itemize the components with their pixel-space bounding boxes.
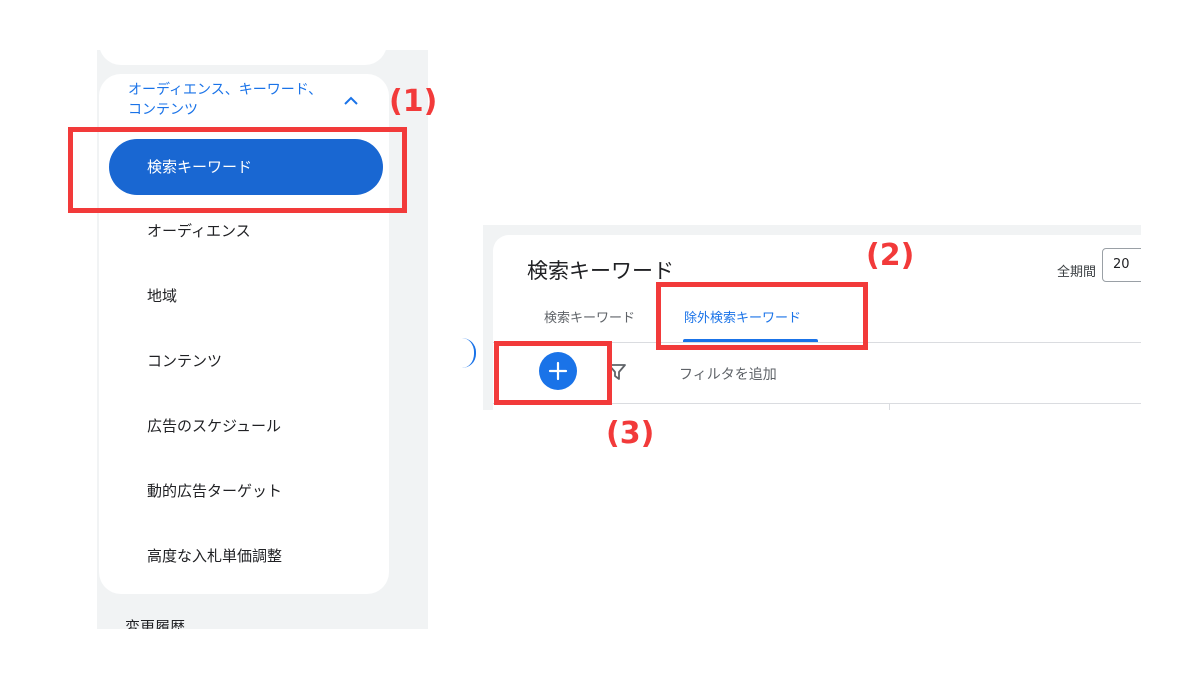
sidebar-item-advanced-bid-adjustments[interactable]: 高度な入札単価調整 [147, 544, 282, 568]
date-range-selector[interactable]: 20 [1102, 248, 1141, 282]
chevron-up-icon[interactable] [342, 92, 360, 110]
highlight-box-step2 [656, 282, 868, 350]
sidebar-item-content[interactable]: コンテンツ [147, 349, 222, 373]
callout-step3: (3) [606, 416, 655, 451]
sidebar-item-dynamic-ad-targets[interactable]: 動的広告ターゲット [147, 479, 282, 503]
date-range-label: 全期間 [1057, 265, 1097, 280]
page-title: 検索キーワード [527, 259, 674, 283]
section-header-audience-keywords-content[interactable]: オーディエンス、キーワード、コンテンツ [128, 80, 328, 120]
sidebar-item-change-history[interactable]: 変更履歴 [125, 616, 185, 629]
sidebar-item-audience[interactable]: オーディエンス [147, 219, 251, 243]
collapsed-panel-edge [462, 338, 476, 368]
add-filter-input[interactable]: フィルタを追加 [679, 364, 777, 384]
sidebar-item-region[interactable]: 地域 [147, 284, 177, 308]
sidebar-card-top [99, 50, 387, 65]
callout-step2: (2) [866, 238, 915, 273]
highlight-box-step3 [494, 341, 612, 405]
sidebar-item-ad-schedule[interactable]: 広告のスケジュール [147, 414, 281, 438]
column-divider [889, 403, 890, 410]
tab-search-keywords[interactable]: 検索キーワード [544, 307, 635, 326]
highlight-box-step1 [68, 127, 407, 213]
callout-step1: (1) [389, 84, 438, 119]
